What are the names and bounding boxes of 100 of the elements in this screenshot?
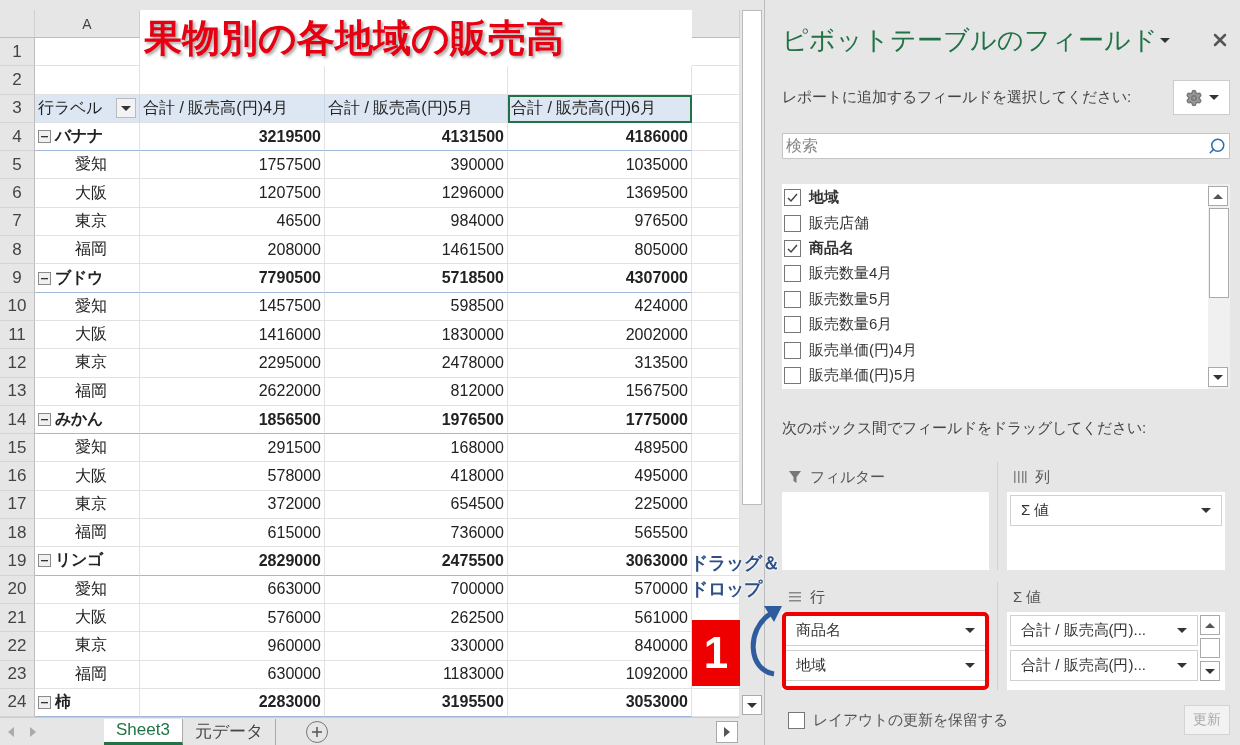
checkbox[interactable] <box>788 711 805 729</box>
table-cell: 576000 <box>140 603 325 633</box>
annotation-text: ドロップ <box>690 578 764 601</box>
table-cell: 489500 <box>508 434 692 463</box>
collapse-icon[interactable] <box>38 271 51 285</box>
checkbox[interactable] <box>784 239 801 257</box>
field-item[interactable]: 販売店舗 <box>782 210 1208 236</box>
table-cell: 2622000 <box>140 377 325 406</box>
field-item[interactable]: 販売数量6月 <box>782 311 1208 338</box>
row-number: 7 <box>0 207 35 237</box>
up-arrow-icon <box>1205 622 1215 628</box>
row-label: リンゴ <box>35 547 140 576</box>
collapse-icon[interactable] <box>38 413 51 426</box>
table-cell: 1369500 <box>508 179 692 208</box>
search-icon[interactable] <box>1208 137 1226 155</box>
down-arrow-icon <box>747 702 757 708</box>
row-number: 9 <box>0 264 35 293</box>
settings-button[interactable] <box>1173 80 1230 115</box>
collapse-icon[interactable] <box>38 130 51 144</box>
table-cell: 1757500 <box>140 151 325 180</box>
table-cell: 424000 <box>508 292 692 321</box>
table-cell: 2283000 <box>140 688 325 718</box>
scroll-right-button[interactable] <box>716 720 738 743</box>
field-item[interactable]: 販売数量5月 <box>782 286 1208 312</box>
table-cell: 700000 <box>325 575 508 604</box>
row-number: 24 <box>0 688 35 718</box>
search-field[interactable]: 検索 <box>782 133 1230 159</box>
table-cell: 3195500 <box>325 688 508 718</box>
area-field[interactable]: 合計 / 販売高(円)... <box>1010 615 1198 646</box>
collapse-icon[interactable] <box>38 695 51 709</box>
table-cell: 2478000 <box>325 349 508 378</box>
sheet-tab[interactable]: 元データ <box>182 718 276 745</box>
column-label: 合計 / 販売高(円)6月 <box>508 94 692 123</box>
row-label: 福岡 <box>35 377 140 406</box>
table-cell: 1092000 <box>508 660 692 689</box>
checkbox[interactable] <box>784 290 801 308</box>
table-cell: 3063000 <box>508 547 692 576</box>
row-label: 福岡 <box>35 660 140 689</box>
scrollbar-thumb[interactable] <box>742 10 762 505</box>
row-label: 東京 <box>35 207 140 237</box>
table-cell: 570000 <box>508 575 692 604</box>
scrollbar-thumb[interactable] <box>1209 208 1229 298</box>
field-item[interactable]: 商品名 <box>782 235 1208 262</box>
checkbox[interactable] <box>784 316 801 334</box>
sheet-tab[interactable]: Sheet3 <box>104 718 183 745</box>
checkbox[interactable] <box>784 265 801 283</box>
check-icon <box>786 191 799 205</box>
scroll-down-button[interactable] <box>742 695 762 715</box>
field-item[interactable]: 地域 <box>782 185 1208 211</box>
row-number: 15 <box>0 434 35 463</box>
column-header[interactable]: A <box>35 10 140 38</box>
collapse-icon[interactable] <box>38 554 51 568</box>
scroll-up-button[interactable] <box>1208 186 1228 206</box>
scrollbar-thumb[interactable] <box>1200 638 1220 658</box>
caret-icon <box>1177 628 1187 633</box>
checkbox[interactable] <box>784 341 801 359</box>
row-number: 12 <box>0 349 35 378</box>
row-label: 大阪 <box>35 603 140 633</box>
column-label: 合計 / 販売高(円)4月 <box>140 94 325 123</box>
up-arrow-icon <box>1213 193 1223 199</box>
table-cell: 4186000 <box>508 122 692 152</box>
area-field[interactable]: 地域 <box>785 650 986 681</box>
table-cell: 1416000 <box>140 320 325 350</box>
table-cell: 840000 <box>508 632 692 661</box>
checkbox[interactable] <box>784 366 801 384</box>
area-field[interactable]: Σ 値 <box>1010 495 1222 526</box>
scroll-up-button[interactable] <box>1200 615 1220 635</box>
area-field[interactable]: 合計 / 販売高(円)... <box>1010 650 1198 681</box>
row-number: 14 <box>0 405 35 435</box>
table-cell: 805000 <box>508 236 692 265</box>
table-cell: 330000 <box>325 632 508 661</box>
table-cell: 4131500 <box>325 122 508 152</box>
table-cell: 291500 <box>140 434 325 463</box>
table-cell: 2829000 <box>140 547 325 576</box>
row-number: 18 <box>0 519 35 548</box>
field-item[interactable]: 販売数量4月 <box>782 261 1208 287</box>
field-item[interactable]: 販売単価(円)4月 <box>782 337 1208 363</box>
table-cell: 46500 <box>140 207 325 237</box>
row-number: 19 <box>0 547 35 576</box>
table-cell: 3219500 <box>140 122 325 152</box>
scroll-down-button[interactable] <box>1208 367 1228 387</box>
table-cell: 578000 <box>140 462 325 491</box>
row-number: 13 <box>0 377 35 406</box>
row-label: 愛知 <box>35 575 140 604</box>
defer-update-checkbox[interactable]: レイアウトの更新を保留する <box>788 710 1008 730</box>
filter-dropdown[interactable] <box>116 98 136 119</box>
row-label: 東京 <box>35 490 140 520</box>
row-number: 16 <box>0 462 35 491</box>
settings-icon <box>1184 88 1203 107</box>
table-cell: 1976500 <box>325 405 508 435</box>
table-cell: 208000 <box>140 236 325 265</box>
table-cell: 262500 <box>325 603 508 633</box>
table-cell: 976500 <box>508 207 692 237</box>
dropdown-icon[interactable] <box>1160 37 1170 43</box>
scroll-down-button[interactable] <box>1200 661 1220 681</box>
checkbox[interactable] <box>784 189 801 207</box>
checkbox[interactable] <box>784 214 801 232</box>
caret-icon <box>1208 95 1219 100</box>
field-item[interactable]: 販売単価(円)5月 <box>782 362 1208 389</box>
row-label: 東京 <box>35 349 140 378</box>
